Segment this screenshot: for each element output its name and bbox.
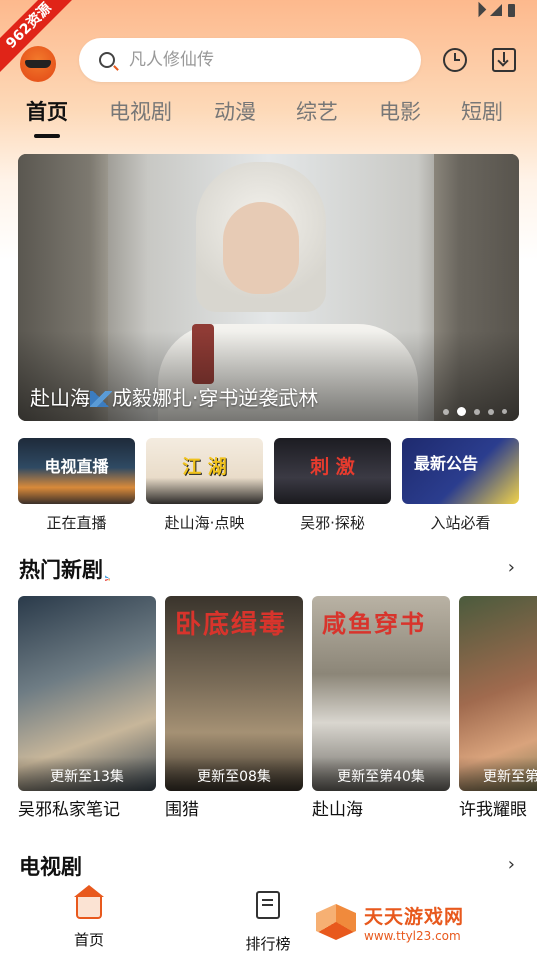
watermark-logo-icon (314, 900, 358, 944)
tab-tv[interactable]: 电视剧 (109, 96, 172, 126)
section-title-tv: 电视剧 (19, 855, 82, 879)
download-button[interactable] (488, 44, 520, 76)
active-tab-indicator (34, 134, 60, 138)
drama-card[interactable]: 咸鱼穿书 更新至第40集 赴山海 (312, 596, 450, 820)
battery-icon (508, 4, 515, 17)
entry-live[interactable]: 电视直播 正在直播 (18, 438, 135, 533)
search-icon (99, 52, 115, 68)
search-bar[interactable] (79, 38, 421, 82)
drama-card[interactable]: 卧底缉毒 更新至08集 围猎 (165, 596, 303, 820)
tab-anime[interactable]: 动漫 (214, 96, 256, 126)
entry-fushanhai[interactable]: 江 湖 赴山海·点映 (146, 438, 263, 533)
tab-short-drama[interactable]: 短剧 (461, 96, 503, 126)
hero-banner[interactable]: 赴山海 成毅娜扎·穿书逆袭武林 (18, 154, 519, 421)
ranking-icon (256, 891, 280, 919)
history-button[interactable] (439, 44, 471, 76)
wifi-icon (470, 1, 487, 18)
drama-poster: 咸鱼穿书 更新至第40集 (312, 596, 450, 791)
banner-title: 赴山海 成毅娜扎·穿书逆袭武林 (30, 386, 319, 410)
entry-notice[interactable]: 最新公告 入站必看 (402, 438, 519, 533)
carousel-dots (443, 407, 507, 416)
drama-card[interactable]: 更新至13集 吴邪私家笔记 (18, 596, 156, 820)
entry-wuxie[interactable]: 刺 激 吴邪·探秘 (274, 438, 391, 533)
drama-card[interactable]: 更新至第 许我耀眼 (459, 596, 537, 820)
section-title-hot: 热门新剧 (19, 554, 131, 584)
tab-variety[interactable]: 综艺 (296, 96, 338, 126)
banner-image (223, 202, 299, 294)
tab-home[interactable]: 首页 (26, 96, 68, 126)
status-bar (0, 0, 537, 26)
watermark: 天天游戏网 www.ttyl23.com (314, 900, 464, 944)
avatar[interactable] (20, 46, 56, 82)
party-popper-icon (105, 557, 131, 581)
home-icon (74, 885, 104, 919)
drama-poster: 更新至13集 (18, 596, 156, 791)
download-icon (492, 48, 516, 72)
mountain-icon (90, 391, 112, 407)
category-tabs: 首页 电视剧 动漫 综艺 电影 短剧 (0, 96, 537, 146)
hot-more-chevron-icon[interactable]: › (508, 557, 515, 578)
signal-icon (490, 4, 502, 16)
search-input[interactable] (127, 49, 391, 71)
tab-movie[interactable]: 电影 (379, 96, 421, 126)
nav-home[interactable]: 首页 (49, 885, 129, 950)
drama-poster: 更新至第 (459, 596, 537, 791)
drama-poster: 卧底缉毒 更新至08集 (165, 596, 303, 791)
tv-more-chevron-icon[interactable]: › (508, 854, 515, 875)
nav-rank[interactable]: 排行榜 (228, 891, 308, 954)
history-icon (443, 48, 467, 72)
